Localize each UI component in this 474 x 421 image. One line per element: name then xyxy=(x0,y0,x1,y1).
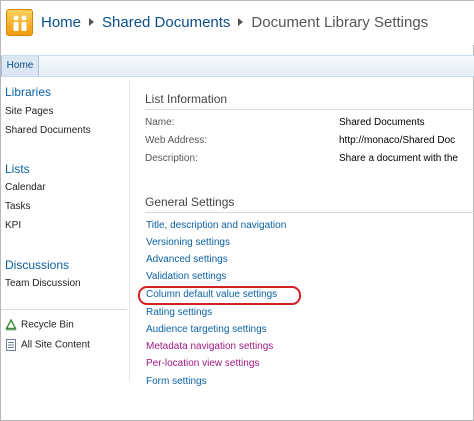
validation-settings-link[interactable]: Validation settings xyxy=(146,271,226,282)
recycle-bin-icon xyxy=(5,318,17,331)
description-value: Share a document with the xyxy=(339,153,458,164)
nav-item-tasks[interactable]: Tasks xyxy=(5,201,31,212)
section-divider xyxy=(145,109,474,110)
nav-heading-discussions[interactable]: Discussions xyxy=(5,258,69,272)
all-site-content-label: All Site Content xyxy=(21,339,90,351)
highlight-annotation xyxy=(138,286,301,305)
leftnav-divider xyxy=(129,81,130,381)
breadcrumb-library-link[interactable]: Shared Documents xyxy=(102,14,230,31)
web-address-value: http://monaco/Shared Doc xyxy=(339,135,456,146)
metadata-navigation-settings-link[interactable]: Metadata navigation settings xyxy=(146,341,273,352)
top-navigation-bar: Home xyxy=(1,55,474,77)
nav-separator xyxy=(1,309,127,310)
audience-targeting-settings-link[interactable]: Audience targeting settings xyxy=(146,324,267,335)
page-header: Home Shared Documents Document Library Set… xyxy=(1,1,474,45)
page-title: Document Library Settings xyxy=(251,14,429,31)
nav-item-shared-documents[interactable]: Shared Documents xyxy=(5,125,91,136)
breadcrumb-separator-icon xyxy=(238,18,244,27)
name-label: Name: xyxy=(145,117,175,128)
nav-item-team-discussion[interactable]: Team Discussion xyxy=(5,278,81,289)
all-site-content-link[interactable]: All Site Content xyxy=(5,339,90,351)
nav-heading-libraries[interactable]: Libraries xyxy=(5,85,51,99)
per-location-view-settings-link[interactable]: Per-location view settings xyxy=(146,358,259,369)
sharepoint-logo-icon[interactable] xyxy=(6,9,33,36)
tab-home[interactable]: Home xyxy=(1,56,39,76)
versioning-settings-link[interactable]: Versioning settings xyxy=(146,237,230,248)
breadcrumb-home-link[interactable]: Home xyxy=(41,14,81,31)
all-site-content-icon xyxy=(5,339,17,351)
web-address-label: Web Address: xyxy=(145,135,208,146)
list-information-title: List Information xyxy=(145,92,228,106)
nav-item-site-pages[interactable]: Site Pages xyxy=(5,106,53,117)
nav-item-kpi[interactable]: KPI xyxy=(5,220,21,231)
nav-heading-lists[interactable]: Lists xyxy=(5,162,30,176)
general-settings-title: General Settings xyxy=(145,195,235,209)
description-label: Description: xyxy=(145,153,198,164)
name-value: Shared Documents xyxy=(339,117,425,128)
form-settings-link[interactable]: Form settings xyxy=(146,376,207,387)
recycle-bin-label: Recycle Bin xyxy=(21,319,74,331)
nav-item-calendar[interactable]: Calendar xyxy=(5,182,46,193)
breadcrumb-separator-icon xyxy=(89,18,95,27)
title-description-navigation-link[interactable]: Title, description and navigation xyxy=(146,220,286,231)
advanced-settings-link[interactable]: Advanced settings xyxy=(146,254,228,265)
recycle-bin-link[interactable]: Recycle Bin xyxy=(5,318,74,331)
rating-settings-link[interactable]: Rating settings xyxy=(146,307,212,318)
section-divider xyxy=(145,212,474,213)
breadcrumb: Home Shared Documents Document Library Set… xyxy=(41,14,428,31)
